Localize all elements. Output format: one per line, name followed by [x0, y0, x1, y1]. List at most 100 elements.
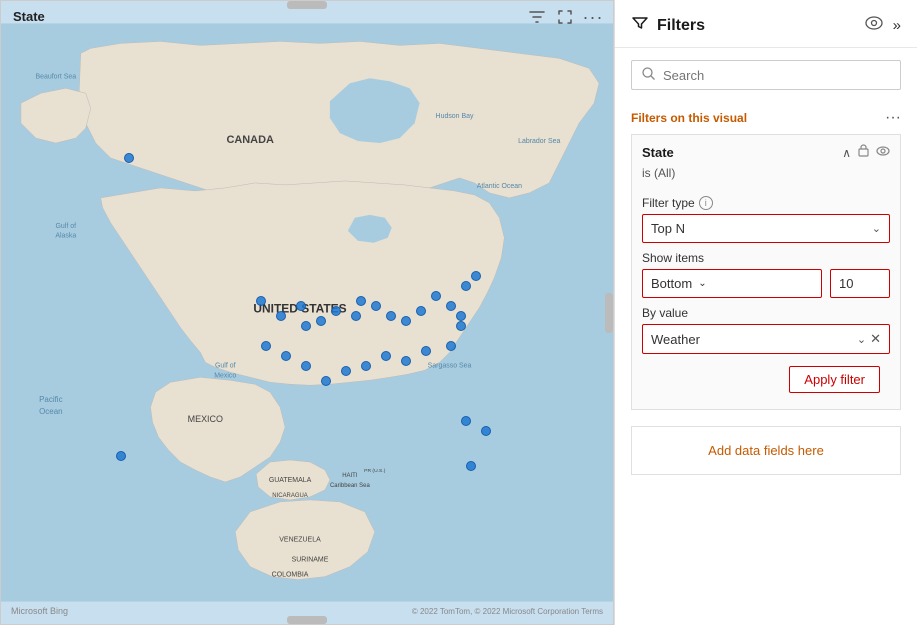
filter-body: Filter type i Top N ⌄ Show items Bottom …: [632, 188, 900, 409]
collapse-icon[interactable]: ∧: [842, 146, 851, 160]
apply-filter-button[interactable]: Apply filter: [789, 366, 880, 393]
data-dot: [351, 311, 361, 321]
data-dot: [116, 451, 126, 461]
by-value-label: By value: [642, 306, 890, 320]
svg-text:CANADA: CANADA: [226, 134, 274, 146]
svg-text:SURINAME: SURINAME: [292, 557, 329, 564]
filters-header: Filters »: [615, 0, 917, 48]
data-dot: [461, 416, 471, 426]
data-dot: [341, 366, 351, 376]
svg-text:MEXICO: MEXICO: [188, 414, 223, 424]
more-icon[interactable]: ···: [583, 7, 603, 27]
map-toolbar: ···: [527, 7, 603, 27]
svg-text:Atlantic Ocean: Atlantic Ocean: [477, 183, 522, 190]
filter-card-subtitle: is (All): [632, 166, 900, 188]
data-dot: [301, 321, 311, 331]
expand-icon[interactable]: [555, 7, 575, 27]
svg-text:VENEZUELA: VENEZUELA: [279, 537, 321, 544]
section-more-icon[interactable]: ···: [885, 110, 901, 126]
svg-text:Gulf of: Gulf of: [215, 362, 236, 369]
map-title: State: [13, 9, 45, 24]
svg-text:PR (U.S.): PR (U.S.): [364, 468, 386, 474]
filter-icon[interactable]: [527, 7, 547, 27]
data-dot: [356, 296, 366, 306]
svg-text:COLOMBIA: COLOMBIA: [272, 572, 309, 579]
map-copyright: © 2022 TomTom, © 2022 Microsoft Corporat…: [412, 607, 603, 616]
filter-funnel-icon: [631, 14, 649, 37]
data-dot: [386, 311, 396, 321]
data-dot: [446, 341, 456, 351]
resize-handle-top[interactable]: [287, 1, 327, 9]
apply-filter-area: Apply filter: [642, 362, 890, 401]
search-box[interactable]: [631, 60, 901, 90]
section-header: Filters on this visual ···: [615, 102, 917, 130]
filter-type-dropdown[interactable]: Top N ⌄: [642, 214, 890, 243]
by-value-icons: ⌄ ✕: [857, 331, 881, 347]
data-dot: [416, 306, 426, 316]
data-dot: [401, 316, 411, 326]
filters-panel: Filters » Filters on this visual ···: [614, 0, 917, 625]
filter-type-label: Filter type i: [642, 196, 890, 210]
eye-small-icon[interactable]: [876, 146, 890, 159]
data-dot: [296, 301, 306, 311]
data-dot: [381, 351, 391, 361]
add-data-fields[interactable]: Add data fields here: [631, 426, 901, 475]
search-icon: [642, 67, 655, 83]
lock-icon[interactable]: [857, 143, 870, 162]
data-dot: [401, 356, 411, 366]
svg-text:Hudson Bay: Hudson Bay: [436, 113, 474, 120]
data-dot: [331, 306, 341, 316]
data-dot: [124, 153, 134, 163]
data-dot: [316, 316, 326, 326]
direction-arrow-icon: ⌄: [698, 278, 706, 289]
show-direction-dropdown[interactable]: Bottom ⌄: [642, 269, 822, 298]
data-dot: [456, 311, 466, 321]
dropdown-arrow-icon: ⌄: [872, 222, 881, 235]
data-dot: [301, 361, 311, 371]
svg-text:Beaufort Sea: Beaufort Sea: [35, 73, 76, 80]
search-input[interactable]: [663, 68, 890, 83]
data-dot: [261, 341, 271, 351]
data-dot: [431, 291, 441, 301]
data-dot: [256, 296, 266, 306]
show-items-label: Show items: [642, 251, 890, 265]
data-dot: [461, 281, 471, 291]
data-dot: [481, 426, 491, 436]
map-watermark: Microsoft Bing: [11, 606, 68, 616]
filters-panel-title: Filters: [657, 17, 705, 35]
data-dot: [371, 301, 381, 311]
svg-text:Sargasso Sea: Sargasso Sea: [428, 362, 472, 369]
info-icon[interactable]: i: [699, 196, 713, 210]
by-value-chevron-icon[interactable]: ⌄: [857, 333, 866, 346]
svg-text:Alaska: Alaska: [55, 233, 76, 240]
data-dot: [471, 271, 481, 281]
data-dot: [446, 301, 456, 311]
by-value-clear-icon[interactable]: ✕: [870, 331, 881, 347]
filter-card-title: State: [642, 145, 674, 160]
resize-handle-bottom[interactable]: [287, 616, 327, 624]
resize-handle-right[interactable]: [605, 293, 613, 333]
data-dot: [466, 461, 476, 471]
filter-card-icons: ∧: [842, 143, 890, 162]
filters-header-icons: »: [865, 16, 901, 35]
data-dot: [421, 346, 431, 356]
data-dot: [456, 321, 466, 331]
section-title: Filters on this visual: [631, 111, 747, 125]
svg-text:Gulf of: Gulf of: [56, 223, 77, 230]
filter-card: State ∧ is (All): [631, 134, 901, 410]
data-dot: [276, 311, 286, 321]
svg-text:Pacific: Pacific: [39, 395, 62, 404]
by-value-dropdown[interactable]: Weather ⌄ ✕: [642, 324, 890, 354]
show-count-input[interactable]: [830, 269, 890, 298]
eye-icon[interactable]: [865, 16, 883, 35]
svg-text:Ocean: Ocean: [39, 407, 62, 416]
map-svg: CANADA UNITED STATES MEXICO GUATEMALA NI…: [1, 1, 613, 624]
svg-text:Labrador Sea: Labrador Sea: [518, 138, 560, 145]
svg-text:Caribbean Sea: Caribbean Sea: [330, 483, 371, 489]
filter-card-header: State ∧: [632, 135, 900, 166]
filters-title-group: Filters: [631, 14, 705, 37]
chevron-right-icon[interactable]: »: [893, 17, 901, 34]
svg-text:GUATEMALA: GUATEMALA: [269, 477, 312, 484]
map-section: State ···: [0, 0, 614, 625]
show-items-row: Bottom ⌄: [642, 269, 890, 298]
